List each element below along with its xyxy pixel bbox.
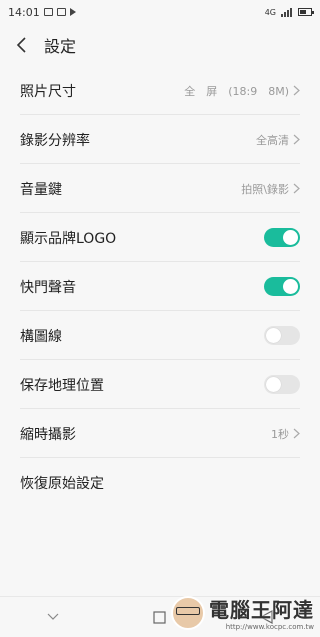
status-time: 14:01 xyxy=(8,5,40,19)
setting-label: 恢復原始設定 xyxy=(20,475,104,492)
setting-value: 全 屏 (18:9 8M) xyxy=(184,84,289,98)
square-icon xyxy=(153,610,167,624)
setting-photo-size[interactable]: 照片尺寸 全 屏 (18:9 8M) xyxy=(0,66,320,115)
setting-label: 照片尺寸 xyxy=(20,83,76,100)
setting-label: 保存地理位置 xyxy=(20,377,104,394)
shutter-sound-toggle[interactable] xyxy=(264,277,300,296)
mascot-face-icon xyxy=(171,595,205,630)
setting-value: 拍照\錄影 xyxy=(241,182,289,196)
setting-time-lapse[interactable]: 縮時攝影 1秒 xyxy=(0,409,320,458)
save-location-toggle[interactable] xyxy=(264,375,300,394)
status-bar: 14:01 4G xyxy=(0,0,320,24)
chevron-right-icon xyxy=(293,428,300,439)
header: 設定 xyxy=(0,24,320,66)
setting-shutter-sound: 快門聲音 xyxy=(0,262,320,311)
setting-label: 縮時攝影 xyxy=(20,426,76,443)
watermark-url: http://www.kocpc.com.tw xyxy=(225,623,314,631)
chevron-right-icon xyxy=(293,183,300,194)
setting-value: 1秒 xyxy=(271,427,289,441)
signal-type: 4G xyxy=(264,7,276,17)
setting-label: 錄影分辨率 xyxy=(20,132,90,149)
brand-logo-toggle[interactable] xyxy=(264,228,300,247)
setting-label: 構圖線 xyxy=(20,328,62,345)
setting-show-brand-logo: 顯示品牌LOGO xyxy=(0,213,320,262)
gallery-notification-icon xyxy=(43,8,53,16)
chevron-right-icon xyxy=(293,134,300,145)
back-arrow-icon xyxy=(16,37,26,53)
back-button[interactable] xyxy=(0,24,44,66)
play-notification-icon xyxy=(69,8,76,16)
setting-label: 快門聲音 xyxy=(20,279,76,296)
settings-list: 照片尺寸 全 屏 (18:9 8M) 錄影分辨率 全高清 音量鍵 拍照\錄影 顯… xyxy=(0,66,320,507)
setting-restore-defaults[interactable]: 恢復原始設定 xyxy=(0,458,320,507)
battery-icon xyxy=(298,8,314,16)
setting-grid-lines: 構圖線 xyxy=(0,311,320,360)
chevron-down-icon xyxy=(47,613,59,620)
watermark: 電腦王阿達 http://www.kocpc.com.tw xyxy=(171,594,314,631)
setting-save-location: 保存地理位置 xyxy=(0,360,320,409)
nav-hide-button[interactable] xyxy=(38,602,68,632)
setting-label: 音量鍵 xyxy=(20,181,62,198)
setting-video-resolution[interactable]: 錄影分辨率 全高清 xyxy=(0,115,320,164)
signal-bars-icon xyxy=(281,7,292,17)
setting-label: 顯示品牌LOGO xyxy=(20,230,117,247)
image-notification-icon xyxy=(56,8,66,16)
page-title: 設定 xyxy=(44,37,77,56)
setting-value: 全高清 xyxy=(256,133,289,147)
setting-volume-key[interactable]: 音量鍵 拍照\錄影 xyxy=(0,164,320,213)
grid-lines-toggle[interactable] xyxy=(264,326,300,345)
watermark-brand: 電腦王阿達 xyxy=(209,598,314,622)
chevron-right-icon xyxy=(293,85,300,96)
